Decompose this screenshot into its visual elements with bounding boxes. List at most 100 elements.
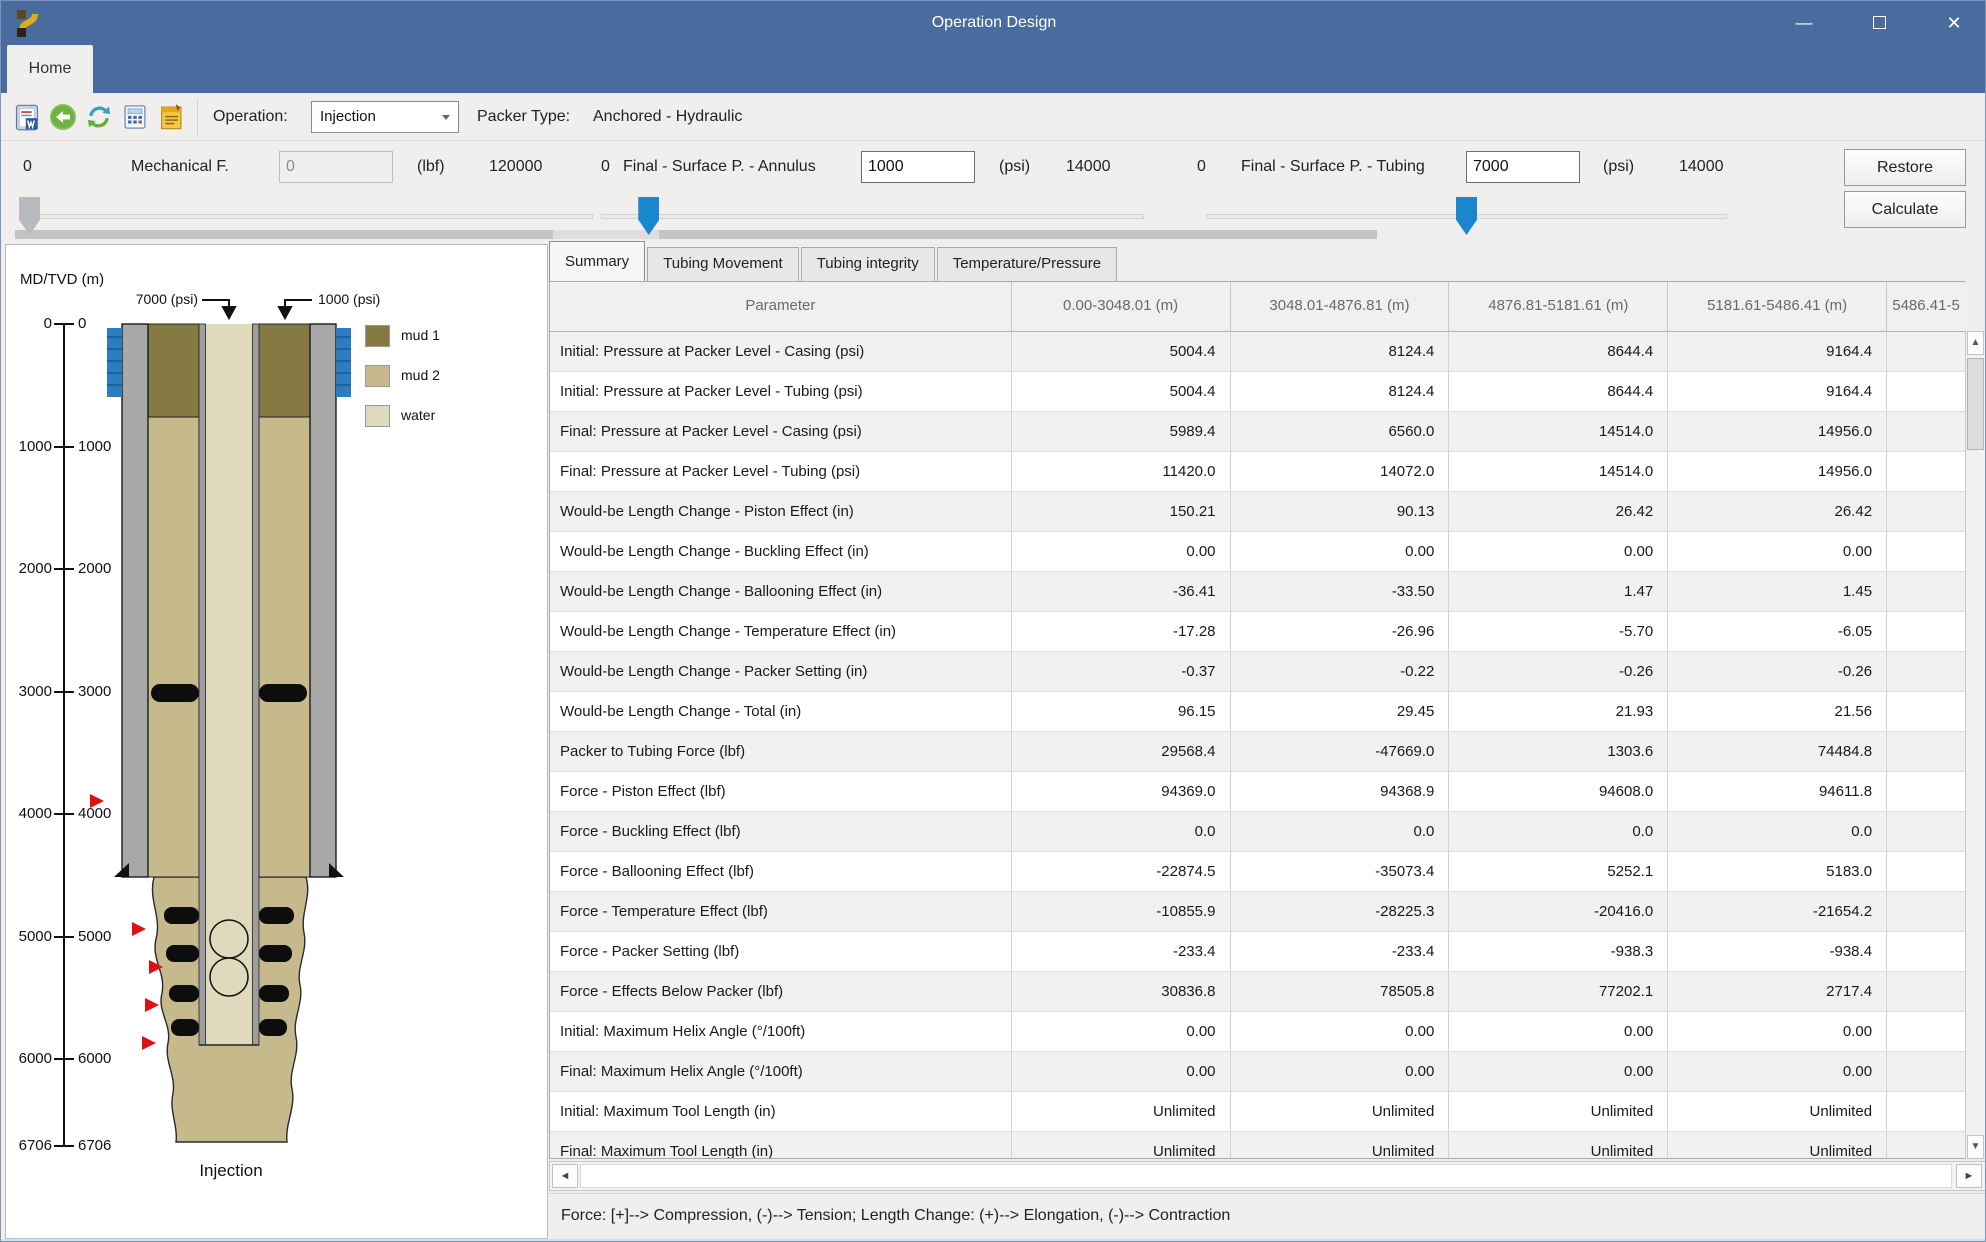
tab-tubing-integrity[interactable]: Tubing integrity <box>801 247 935 281</box>
value-cell: 11420.0 <box>1012 452 1231 492</box>
value-cell: 150.21 <box>1012 492 1231 532</box>
mechanical-force-unit: (lbf) <box>417 151 445 183</box>
value-cell: -233.4 <box>1231 932 1450 972</box>
value-cell: -938.4 <box>1668 932 1887 972</box>
operation-dropdown[interactable]: Injection <box>311 101 459 133</box>
table-row[interactable]: Packer to Tubing Force (lbf)29568.4-4766… <box>550 732 1965 772</box>
table-row[interactable]: Force - Ballooning Effect (lbf)-22874.5-… <box>550 852 1965 892</box>
value-cell-clipped <box>1887 1092 1965 1132</box>
vertical-scrollbar[interactable]: ▲ ▼ <box>1965 331 1985 1159</box>
horizontal-scroll-track[interactable] <box>580 1164 1952 1188</box>
scroll-right-icon[interactable]: ► <box>1956 1164 1982 1188</box>
table-row[interactable]: Final: Pressure at Packer Level - Tubing… <box>550 452 1965 492</box>
value-cell: 26.42 <box>1668 492 1887 532</box>
scroll-down-icon[interactable]: ▼ <box>1967 1135 1984 1159</box>
value-cell: 5183.0 <box>1668 852 1887 892</box>
value-cell: 8124.4 <box>1231 332 1450 372</box>
value-cell-clipped <box>1887 412 1965 452</box>
table-row[interactable]: Final: Maximum Tool Length (in)Unlimited… <box>550 1132 1965 1159</box>
table-row[interactable]: Force - Piston Effect (lbf)94369.094368.… <box>550 772 1965 812</box>
value-cell: -10855.9 <box>1012 892 1231 932</box>
value-cell: 0.00 <box>1449 532 1668 572</box>
tab-home[interactable]: Home <box>7 45 93 93</box>
value-cell: 26.42 <box>1449 492 1668 532</box>
param-cell: Final: Maximum Tool Length (in) <box>550 1132 1012 1159</box>
value-cell-clipped <box>1887 732 1965 772</box>
notes-icon[interactable] <box>157 103 185 131</box>
tab-summary[interactable]: Summary <box>549 241 645 281</box>
refresh-icon[interactable] <box>85 103 113 131</box>
annulus-pressure-track[interactable] <box>601 214 1144 219</box>
close-button[interactable]: ✕ <box>1931 8 1977 38</box>
tubing-pressure-unit: (psi) <box>1603 151 1634 183</box>
vertical-scroll-thumb[interactable] <box>1967 358 1984 450</box>
value-cell: -20416.0 <box>1449 892 1668 932</box>
value-cell: Unlimited <box>1012 1132 1231 1159</box>
table-row[interactable]: Would-be Length Change - Packer Setting … <box>550 652 1965 692</box>
scroll-up-icon[interactable]: ▲ <box>1967 331 1984 355</box>
value-cell: 94608.0 <box>1449 772 1668 812</box>
value-cell-clipped <box>1887 612 1965 652</box>
horizontal-scrollbar[interactable]: ◄ ► <box>549 1161 1986 1191</box>
scroll-left-icon[interactable]: ◄ <box>552 1164 578 1188</box>
value-cell: -36.41 <box>1012 572 1231 612</box>
value-cell: 94369.0 <box>1012 772 1231 812</box>
table-row[interactable]: Would-be Length Change - Temperature Eff… <box>550 612 1965 652</box>
value-cell: -17.28 <box>1012 612 1231 652</box>
value-cell: Unlimited <box>1012 1092 1231 1132</box>
toolbar <box>1 93 1986 141</box>
value-cell-clipped <box>1887 692 1965 732</box>
value-cell: 0.00 <box>1231 532 1450 572</box>
table-row[interactable]: Initial: Pressure at Packer Level - Tubi… <box>550 372 1965 412</box>
param-cell: Force - Effects Below Packer (lbf) <box>550 972 1012 1012</box>
calculator-icon[interactable] <box>121 103 149 131</box>
value-cell: 8124.4 <box>1231 372 1450 412</box>
value-cell: 78505.8 <box>1231 972 1450 1012</box>
mechanical-force-input[interactable] <box>279 151 393 183</box>
annulus-pressure-label: Final - Surface P. - Annulus <box>623 151 816 183</box>
tab-temperature-pressure[interactable]: Temperature/Pressure <box>937 247 1117 281</box>
table-row[interactable]: Would-be Length Change - Ballooning Effe… <box>550 572 1965 612</box>
param-cell: Initial: Maximum Helix Angle (°/100ft) <box>550 1012 1012 1052</box>
table-row[interactable]: Would-be Length Change - Piston Effect (… <box>550 492 1965 532</box>
table-row[interactable]: Initial: Maximum Tool Length (in)Unlimit… <box>550 1092 1965 1132</box>
back-icon[interactable] <box>49 103 77 131</box>
value-cell: 9164.4 <box>1668 332 1887 372</box>
annulus-pressure-input[interactable] <box>861 151 975 183</box>
table-row[interactable]: Initial: Pressure at Packer Level - Casi… <box>550 332 1965 372</box>
table-row[interactable]: Force - Effects Below Packer (lbf)30836.… <box>550 972 1965 1012</box>
table-row[interactable]: Force - Packer Setting (lbf)-233.4-233.4… <box>550 932 1965 972</box>
param-cell: Would-be Length Change - Total (in) <box>550 692 1012 732</box>
table-row[interactable]: Would-be Length Change - Total (in)96.15… <box>550 692 1965 732</box>
table-row[interactable]: Final: Maximum Helix Angle (°/100ft)0.00… <box>550 1052 1965 1092</box>
pressure-arrows <box>202 300 312 318</box>
table-row[interactable]: Force - Temperature Effect (lbf)-10855.9… <box>550 892 1965 932</box>
slider-channel-notch <box>553 230 659 239</box>
value-cell: 14956.0 <box>1668 412 1887 452</box>
param-cell: Would-be Length Change - Ballooning Effe… <box>550 572 1012 612</box>
table-row[interactable]: Would-be Length Change - Buckling Effect… <box>550 532 1965 572</box>
param-cell: Force - Temperature Effect (lbf) <box>550 892 1012 932</box>
value-cell: 0.00 <box>1231 1052 1450 1092</box>
calculate-button[interactable]: Calculate <box>1844 191 1966 228</box>
water-label: water <box>401 407 435 423</box>
app-icon <box>15 8 43 38</box>
value-cell: -21654.2 <box>1668 892 1887 932</box>
report-icon[interactable] <box>13 103 41 131</box>
restore-button[interactable]: Restore <box>1844 149 1966 186</box>
table-row[interactable]: Initial: Maximum Helix Angle (°/100ft)0.… <box>550 1012 1965 1052</box>
maximize-button[interactable] <box>1856 8 1902 38</box>
value-cell: 0.0 <box>1449 812 1668 852</box>
mechanical-force-track[interactable] <box>19 214 593 219</box>
table-row[interactable]: Final: Pressure at Packer Level - Casing… <box>550 412 1965 452</box>
tab-tubing-movement[interactable]: Tubing Movement <box>647 247 799 281</box>
table-row[interactable]: Force - Buckling Effect (lbf)0.00.00.00.… <box>550 812 1965 852</box>
table-body: Initial: Pressure at Packer Level - Casi… <box>550 332 1965 1159</box>
param-cell: Packer to Tubing Force (lbf) <box>550 732 1012 772</box>
value-cell: 29.45 <box>1231 692 1450 732</box>
value-cell: 5004.4 <box>1012 372 1231 412</box>
minimize-button[interactable]: — <box>1781 8 1827 38</box>
value-cell-clipped <box>1887 652 1965 692</box>
tubing-pressure-input[interactable] <box>1466 151 1580 183</box>
value-cell-clipped <box>1887 1012 1965 1052</box>
